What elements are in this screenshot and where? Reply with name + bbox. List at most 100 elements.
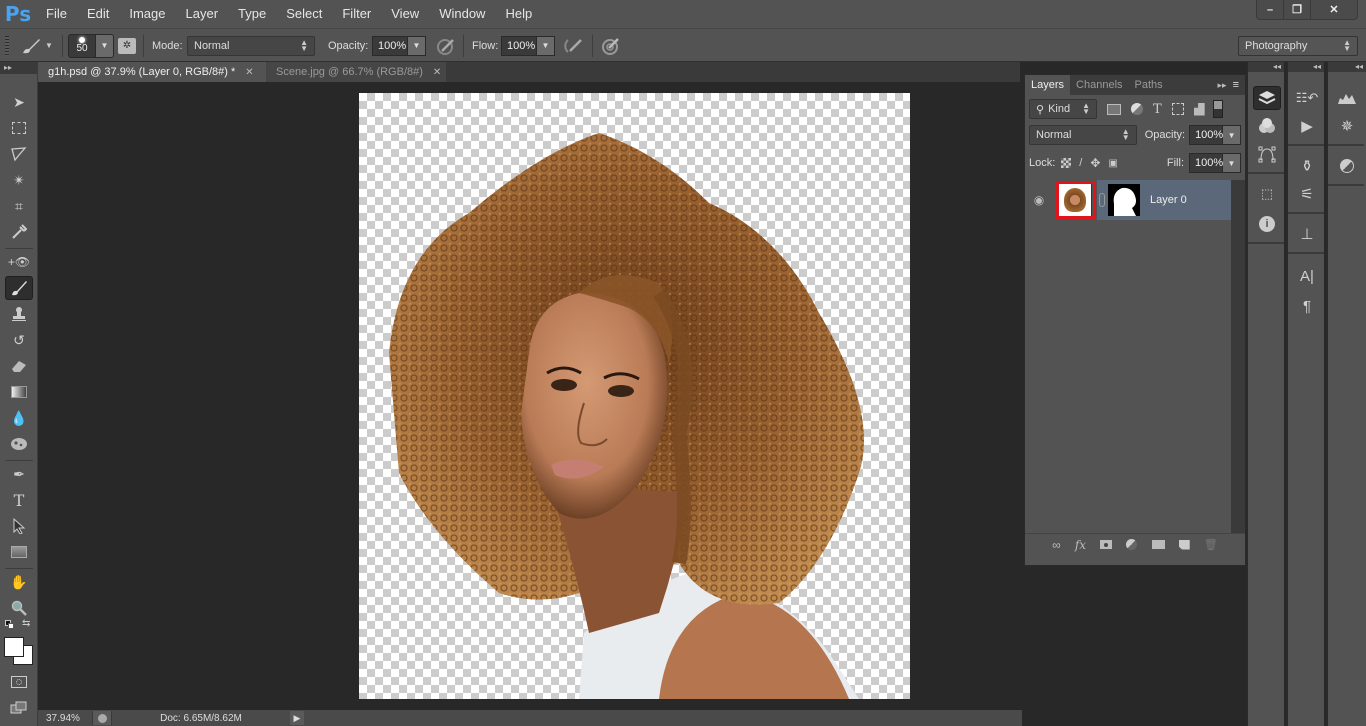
layer-mask-thumbnail[interactable]: [1108, 184, 1140, 216]
info-panel-button[interactable]: i: [1253, 212, 1281, 236]
brush-presets-panel-button[interactable]: ⚱: [1293, 154, 1321, 178]
lock-pixels-icon[interactable]: /: [1079, 157, 1082, 169]
marquee-tool[interactable]: [5, 116, 33, 140]
type-tool[interactable]: T: [5, 488, 33, 512]
collapse-panel-icon[interactable]: ▸▸: [1218, 75, 1227, 95]
dodge-tool[interactable]: [5, 432, 33, 456]
actions-panel-button[interactable]: ▶: [1293, 114, 1321, 138]
eyedropper-tool[interactable]: [5, 220, 33, 244]
status-menu-arrow-icon[interactable]: ▶: [290, 711, 304, 725]
fx-icon[interactable]: fx: [1075, 538, 1086, 552]
pressure-size-icon[interactable]: [601, 36, 621, 56]
move-tool[interactable]: ➤: [5, 90, 33, 114]
close-icon[interactable]: ✕: [433, 67, 441, 78]
new-layer-icon[interactable]: [1178, 539, 1190, 550]
zoom-tool[interactable]: [5, 596, 33, 620]
foreground-color-swatch[interactable]: [4, 637, 24, 657]
chevron-down-icon[interactable]: ▼: [96, 33, 114, 58]
healing-brush-tool[interactable]: +👁: [5, 250, 33, 274]
zoom-level[interactable]: 37.94%: [38, 713, 88, 724]
fill-input[interactable]: 100%: [1189, 153, 1223, 173]
menu-window[interactable]: Window: [429, 0, 495, 28]
flow-slider-button[interactable]: ▼: [537, 35, 555, 56]
screen-mode-button[interactable]: [5, 696, 33, 720]
new-adjustment-icon[interactable]: [1126, 539, 1138, 550]
delete-layer-icon[interactable]: 🗑: [1204, 538, 1218, 551]
close-button[interactable]: ✕: [1311, 0, 1357, 19]
filter-smart-object-icon[interactable]: [1193, 102, 1205, 116]
history-brush-tool[interactable]: ↺: [5, 328, 33, 352]
clone-stamp-tool[interactable]: [5, 302, 33, 326]
rectangle-tool[interactable]: [5, 540, 33, 564]
new-group-folder-icon[interactable]: [1151, 540, 1165, 549]
paths-panel-button[interactable]: [1253, 142, 1281, 166]
lasso-tool[interactable]: [5, 142, 33, 166]
quick-mask-button[interactable]: [5, 670, 33, 694]
filter-shape-icon[interactable]: [1171, 103, 1184, 115]
fill-slider-button[interactable]: ▼: [1223, 153, 1241, 173]
collapse-toolbox-icon[interactable]: ▸▸: [0, 62, 37, 74]
share-icon[interactable]: [92, 711, 112, 725]
collapse-dock-icon[interactable]: ◂◂: [1248, 62, 1284, 72]
filter-toggle-switch[interactable]: [1212, 100, 1223, 118]
airbrush-icon[interactable]: [563, 36, 585, 56]
menu-select[interactable]: Select: [276, 0, 332, 28]
lock-position-icon[interactable]: ✥: [1090, 156, 1100, 170]
filter-adjustment-icon[interactable]: [1131, 103, 1143, 115]
menu-help[interactable]: Help: [495, 0, 542, 28]
close-icon[interactable]: ✕: [245, 67, 253, 78]
histogram-panel-button[interactable]: [1333, 86, 1361, 110]
pen-tool[interactable]: ✒: [5, 462, 33, 486]
tab-scene-jpg[interactable]: Scene.jpg @ 66.7% (RGB/8#) ✕: [266, 62, 446, 82]
navigator-panel-button[interactable]: ✵: [1333, 114, 1361, 138]
gradient-tool[interactable]: [5, 380, 33, 404]
document-canvas[interactable]: [359, 93, 910, 699]
pressure-opacity-icon[interactable]: [436, 36, 456, 56]
layers-panel-button[interactable]: [1253, 86, 1281, 110]
collapse-dock-icon[interactable]: ◂◂: [1328, 62, 1366, 72]
3d-panel-button[interactable]: ⬚: [1253, 182, 1281, 206]
eraser-tool[interactable]: [5, 354, 33, 378]
brush-panel-toggle-icon[interactable]: ✲: [118, 37, 136, 54]
layer-name[interactable]: Layer 0: [1150, 194, 1187, 206]
tab-paths[interactable]: Paths: [1129, 75, 1169, 95]
hand-tool[interactable]: ✋: [5, 570, 33, 594]
lock-transparent-icon[interactable]: [1061, 158, 1072, 168]
blend-mode-dropdown[interactable]: Normal ▲ ▼: [1029, 125, 1137, 145]
paragraph-panel-button[interactable]: ¶: [1293, 294, 1321, 318]
visibility-eye-icon[interactable]: ◉: [1025, 180, 1053, 220]
menu-image[interactable]: Image: [119, 0, 175, 28]
workspace-dropdown[interactable]: Photography ▲ ▼: [1238, 35, 1358, 56]
menu-file[interactable]: File: [36, 0, 77, 28]
tool-preset-picker[interactable]: ▼: [20, 29, 53, 62]
filter-pixel-icon[interactable]: [1107, 103, 1121, 115]
menu-type[interactable]: Type: [228, 0, 276, 28]
mode-dropdown[interactable]: Normal ▲ ▼: [187, 35, 315, 56]
clone-source-panel-button[interactable]: ⊥: [1293, 222, 1321, 246]
magic-wand-tool[interactable]: ✴: [5, 168, 33, 192]
adjustments-panel-button[interactable]: [1333, 154, 1361, 178]
crop-tool[interactable]: ⌗: [5, 194, 33, 218]
filter-kind-dropdown[interactable]: ⚲ Kind ▲ ▼: [1029, 99, 1097, 119]
tab-g1h-psd[interactable]: g1h.psd @ 37.9% (Layer 0, RGB/8#) * ✕: [38, 62, 266, 82]
add-mask-icon[interactable]: [1100, 540, 1113, 549]
flow-input[interactable]: 100%: [501, 35, 537, 56]
channels-panel-button[interactable]: [1253, 114, 1281, 138]
layer-row[interactable]: ◉ Layer 0: [1025, 180, 1231, 220]
layer-opacity-input[interactable]: 100%: [1189, 125, 1223, 145]
menu-layer[interactable]: Layer: [176, 0, 229, 28]
options-grip[interactable]: [5, 35, 9, 56]
menu-view[interactable]: View: [381, 0, 429, 28]
blur-tool[interactable]: 💧: [5, 406, 33, 430]
menu-edit[interactable]: Edit: [77, 0, 119, 28]
minimize-button[interactable]: –: [1257, 0, 1284, 19]
filter-type-icon[interactable]: T: [1153, 102, 1162, 117]
tab-channels[interactable]: Channels: [1070, 75, 1128, 95]
brush-size-picker[interactable]: 50 ▼: [68, 29, 114, 62]
tab-layers[interactable]: Layers: [1025, 75, 1071, 95]
character-panel-button[interactable]: A|: [1293, 264, 1321, 288]
brush-panel-button[interactable]: ⚟: [1293, 182, 1321, 206]
link-layers-icon[interactable]: ∞: [1052, 538, 1061, 552]
menu-filter[interactable]: Filter: [332, 0, 381, 28]
canvas-area[interactable]: [38, 82, 1022, 708]
